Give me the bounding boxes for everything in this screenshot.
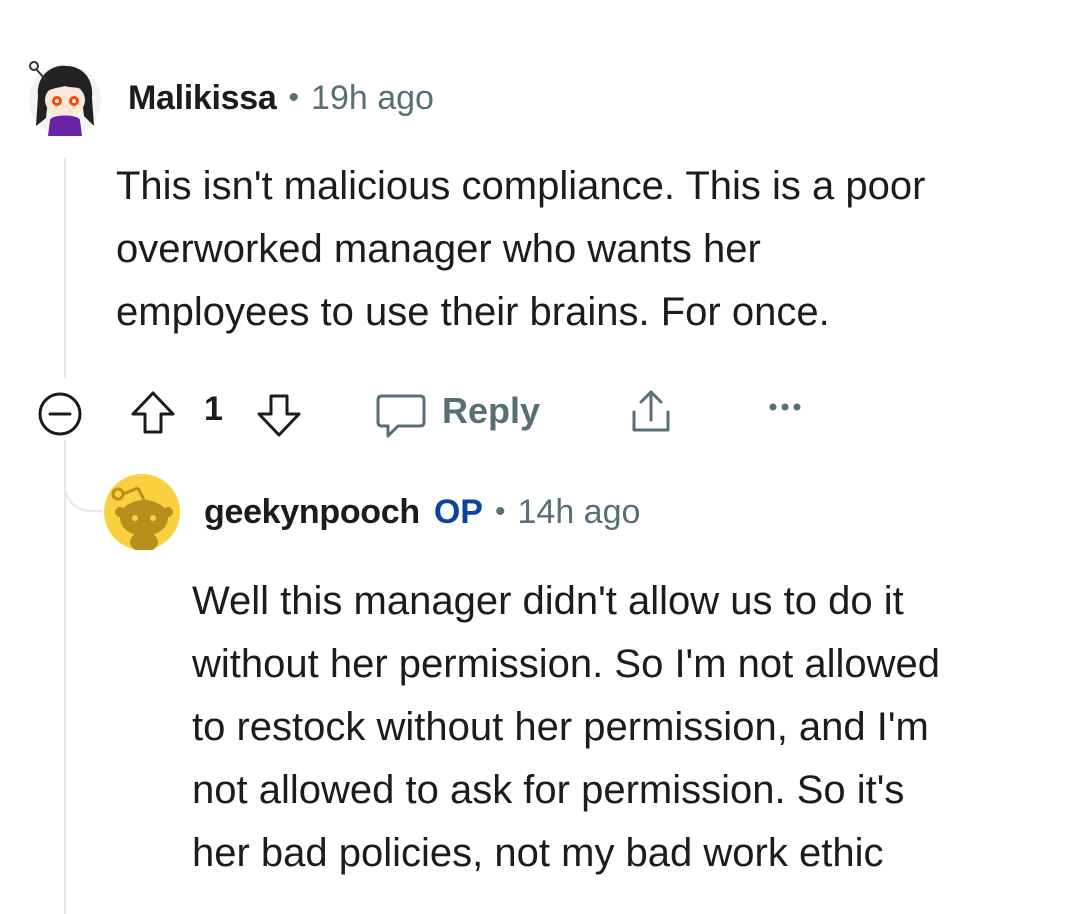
comment-body-line: employees to use their brains. For once. [116,290,830,334]
downvote-icon[interactable] [254,390,304,445]
meta-separator: • [494,495,506,528]
collapse-icon[interactable] [36,390,84,443]
reply-meta: geekynpooch OP • 14h ago [204,490,640,534]
more-options-icon[interactable] [768,400,802,419]
comment-body: This isn't malicious compliance. This is… [116,155,1056,344]
vote-count: 1 [204,390,223,428]
reply-connector [64,440,102,512]
timestamp: 19h ago [311,78,434,117]
op-badge: OP [433,492,483,531]
reply-label[interactable]: Reply [442,390,540,432]
share-icon[interactable] [626,386,676,443]
reply-body: Well this manager didn't allow us to do … [192,570,1062,885]
meta-separator: • [288,81,300,114]
reply-body-line: not allowed to ask for permission. So it… [192,768,905,812]
comment-body-line: This isn't malicious compliance. This is… [116,164,926,208]
reply-body-line: to restock without her permission, and I… [192,705,929,749]
comment-meta: Malikissa • 19h ago [128,76,434,120]
upvote-icon[interactable] [128,388,178,443]
reply-body-line: her bad policies, not my bad work ethic [192,831,884,875]
comment-bubble-icon [376,394,426,438]
comment-action-bar: 1 Reply [36,384,836,440]
username[interactable]: geekynpooch [204,493,420,532]
user-avatar-icon[interactable] [24,56,106,138]
comment-body-line: overworked manager who wants her [116,227,761,271]
username[interactable]: Malikissa [128,79,277,118]
reply-button[interactable] [374,390,428,445]
timestamp: 14h ago [517,492,641,531]
snoo-avatar-icon[interactable] [104,474,180,552]
reply-body-line: Well this manager didn't allow us to do … [192,579,904,623]
thread-line [64,440,66,914]
thread-line [64,158,66,378]
reply-body-line: without her permission. So I'm not allow… [192,642,940,686]
